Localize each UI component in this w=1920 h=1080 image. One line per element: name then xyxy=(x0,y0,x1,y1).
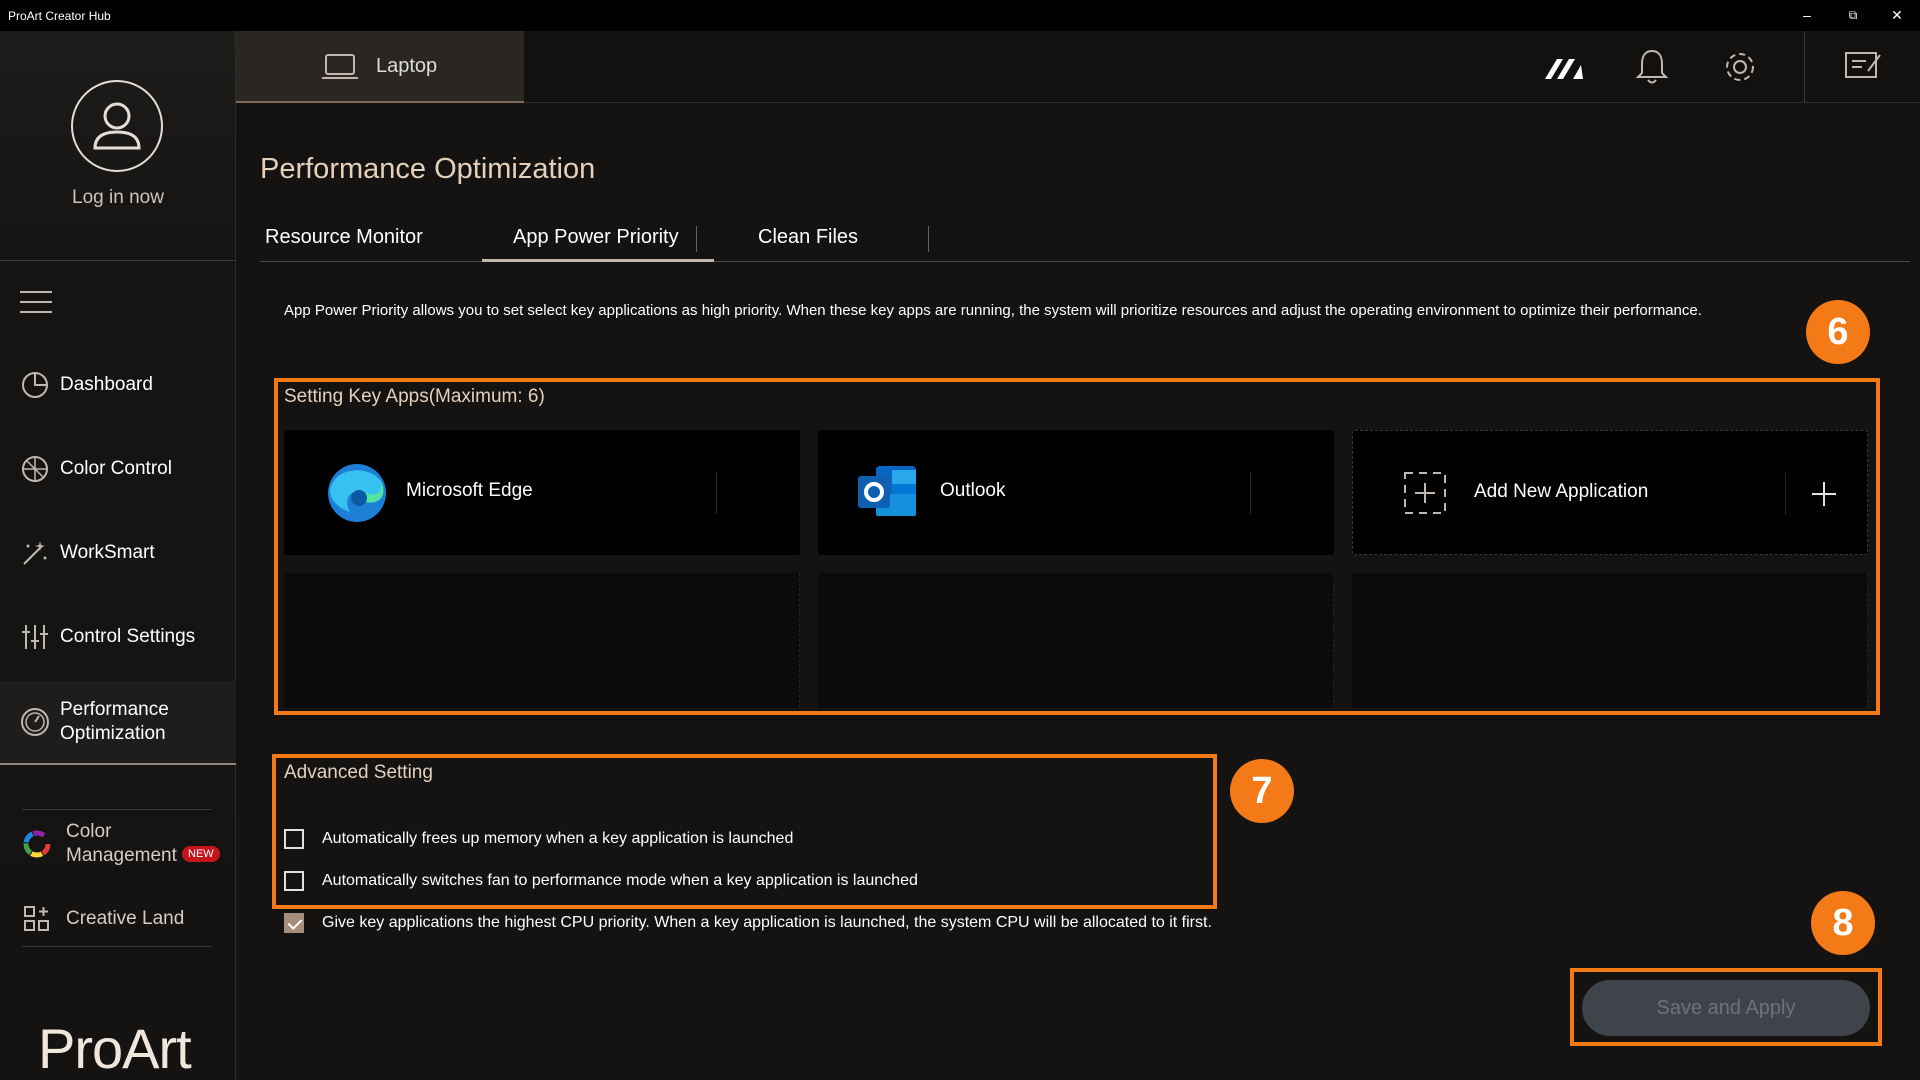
close-button[interactable]: ✕ xyxy=(1874,0,1920,31)
tab-bar: Resource Monitor App Power Priority Clea… xyxy=(260,220,1910,262)
creative-land-icon xyxy=(24,906,49,931)
empty-app-slot xyxy=(1352,573,1868,708)
avatar[interactable] xyxy=(71,80,163,172)
sidebar-item-worksmart[interactable]: WorkSmart xyxy=(0,511,236,595)
option-label: Give key applications the highest CPU pr… xyxy=(322,914,1212,931)
key-app-card[interactable]: Outlook xyxy=(818,430,1334,555)
proart-logo: ProArt xyxy=(38,1017,192,1080)
top-header: Laptop xyxy=(236,31,1920,103)
plus-icon[interactable] xyxy=(1811,481,1837,507)
sidebar-item-color-control[interactable]: Color Control xyxy=(0,427,236,511)
new-badge: NEW xyxy=(182,846,220,862)
profile-section: Log in now xyxy=(0,31,236,261)
add-new-application-card[interactable]: Add New Application xyxy=(1352,430,1868,555)
card-separator xyxy=(1785,473,1786,515)
device-tab-laptop[interactable]: Laptop xyxy=(236,31,524,103)
card-separator xyxy=(716,472,717,514)
edge-icon xyxy=(328,464,386,522)
option-checkbox[interactable] xyxy=(284,829,304,849)
worksmart-icon xyxy=(23,541,47,565)
tab-separator xyxy=(696,226,697,252)
option-checkbox[interactable] xyxy=(284,913,304,933)
save-and-apply-button[interactable]: Save and Apply xyxy=(1582,980,1870,1036)
add-app-icon xyxy=(1404,472,1446,514)
control-settings-icon xyxy=(22,625,48,649)
callout-badge-8: 8 xyxy=(1811,891,1875,955)
sidebar-item-color-management[interactable]: Color Management xyxy=(0,810,236,878)
option-cpu-priority[interactable]: Give key applications the highest CPU pr… xyxy=(284,913,1212,933)
advanced-setting-label: Advanced Setting xyxy=(284,762,433,783)
active-tab-indicator xyxy=(482,259,714,262)
performance-icon xyxy=(21,708,49,736)
tab-app-power-priority[interactable]: App Power Priority xyxy=(513,226,679,249)
gear-icon[interactable] xyxy=(1719,47,1761,87)
window-title: ProArt Creator Hub xyxy=(8,9,111,23)
sidebar-item-label: Control Settings xyxy=(60,626,196,647)
restore-button[interactable]: ⧉ xyxy=(1830,0,1876,31)
header-divider xyxy=(1804,31,1805,103)
add-app-label: Add New Application xyxy=(1474,481,1649,502)
bell-icon[interactable] xyxy=(1631,47,1673,87)
callout-badge-6: 6 xyxy=(1806,300,1870,364)
key-app-card[interactable]: Microsoft Edge xyxy=(284,430,800,555)
feedback-icon[interactable] xyxy=(1842,47,1884,87)
option-label: Automatically switches fan to performanc… xyxy=(322,872,918,889)
key-apps-label: Setting Key Apps(Maximum: 6) xyxy=(284,386,545,407)
callout-badge-7: 7 xyxy=(1230,759,1294,823)
option-fan-performance[interactable]: Automatically switches fan to performanc… xyxy=(284,871,918,891)
app-name: Microsoft Edge xyxy=(406,480,533,501)
sidebar-item-label: Creative Land xyxy=(66,908,185,929)
empty-app-slot xyxy=(284,573,800,708)
color-wheel-icon xyxy=(23,830,51,858)
sidebar: Log in now Dashboard Color Control WorkS… xyxy=(0,31,236,1080)
app-name: Outlook xyxy=(940,480,1006,501)
device-label: Laptop xyxy=(376,55,438,77)
color-control-icon xyxy=(22,456,48,482)
sidebar-item-label: Color Management xyxy=(66,821,177,866)
menu-icon[interactable] xyxy=(20,291,52,317)
user-icon xyxy=(93,102,141,150)
sidebar-item-creative-land[interactable]: Creative Land xyxy=(0,889,236,949)
divider xyxy=(22,946,212,947)
tab-separator xyxy=(928,226,929,252)
tab-clean-files[interactable]: Clean Files xyxy=(758,226,858,249)
laptop-icon xyxy=(322,54,358,79)
option-free-memory[interactable]: Automatically frees up memory when a key… xyxy=(284,829,793,849)
sidebar-item-label: WorkSmart xyxy=(60,542,155,563)
sidebar-item-label: Color Control xyxy=(60,458,172,479)
page-title: Performance Optimization xyxy=(260,153,596,185)
option-label: Automatically frees up memory when a key… xyxy=(322,830,794,847)
asus-logo-icon[interactable] xyxy=(1543,47,1585,87)
sidebar-item-label: Performance Optimization xyxy=(60,699,169,744)
empty-app-slot xyxy=(818,573,1334,708)
title-bar: ProArt Creator Hub – ⧉ ✕ xyxy=(0,0,1920,31)
option-checkbox[interactable] xyxy=(284,871,304,891)
dashboard-icon xyxy=(22,372,48,398)
sidebar-item-performance-optimization[interactable]: Performance Optimization xyxy=(0,681,236,765)
sidebar-item-control-settings[interactable]: Control Settings xyxy=(0,595,236,679)
sidebar-item-dashboard[interactable]: Dashboard xyxy=(0,343,236,427)
outlook-icon xyxy=(858,466,916,516)
tab-resource-monitor[interactable]: Resource Monitor xyxy=(265,226,423,249)
sidebar-item-label: Dashboard xyxy=(60,374,153,395)
minimize-button[interactable]: – xyxy=(1784,0,1830,31)
card-separator xyxy=(1250,472,1251,514)
feature-description: App Power Priority allows you to set sel… xyxy=(284,302,1702,319)
login-link[interactable]: Log in now xyxy=(0,187,236,209)
main-content: Performance Optimization Resource Monito… xyxy=(236,103,1920,1080)
